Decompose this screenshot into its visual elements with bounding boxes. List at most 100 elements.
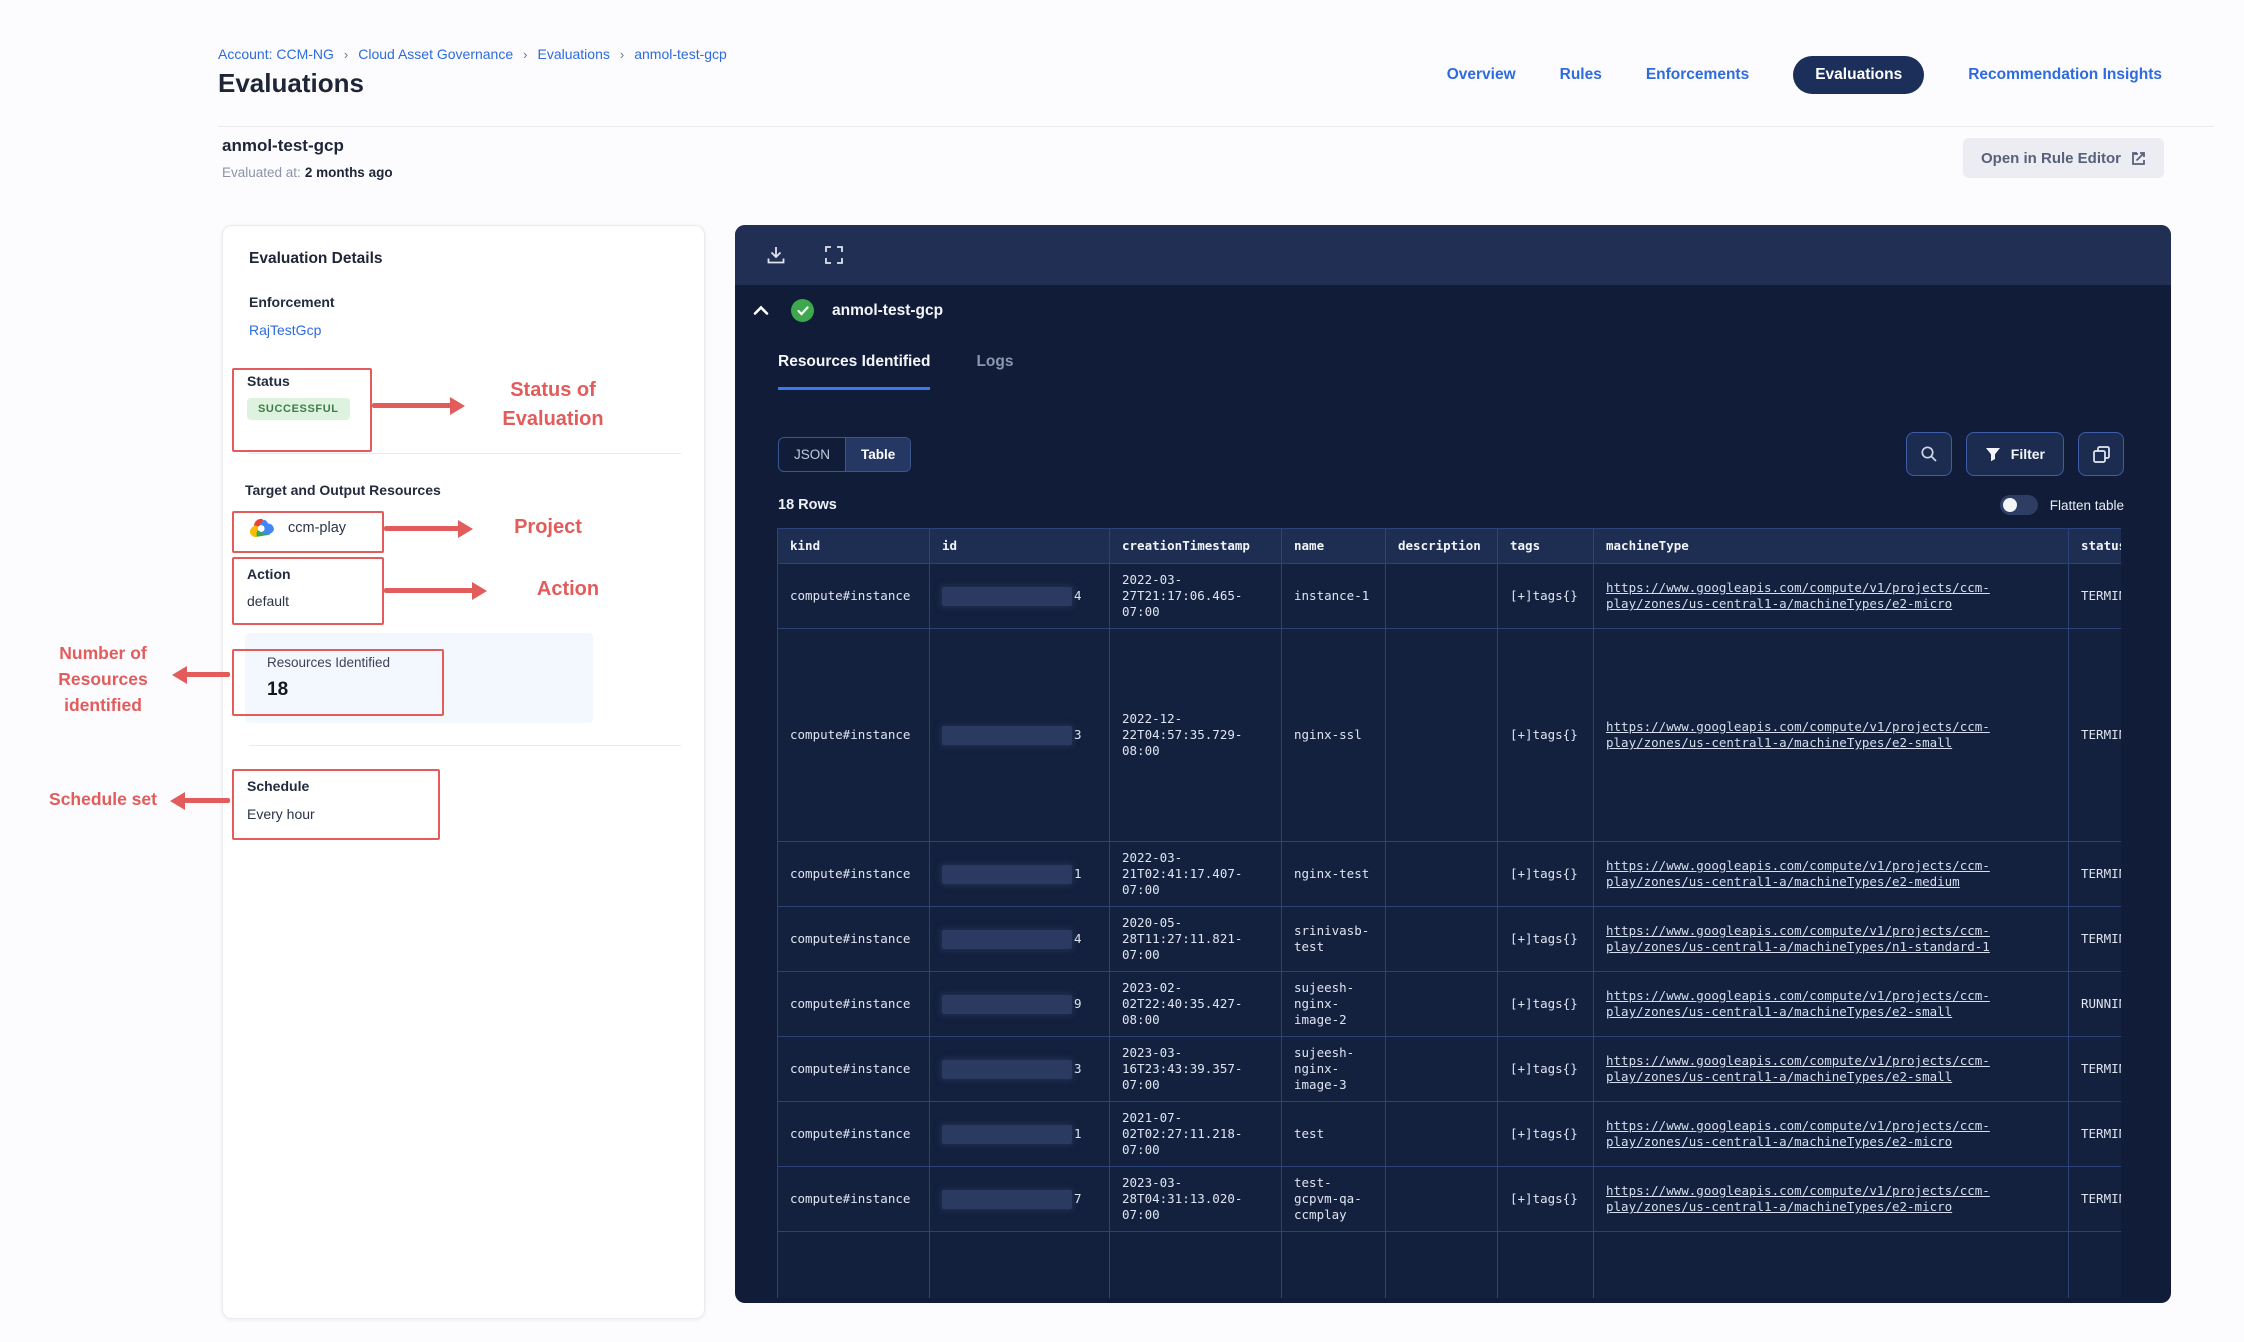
column-header-machineType: machineType xyxy=(1594,529,2069,564)
masked-id-bar xyxy=(942,587,1072,606)
machine-type-link[interactable]: https://www.googleapis.com/compute/v1/pr… xyxy=(1606,923,1990,954)
download-button[interactable] xyxy=(757,236,795,274)
cell-id: 1 xyxy=(930,842,1110,907)
schedule-value: Every hour xyxy=(247,806,315,822)
search-button[interactable] xyxy=(1906,432,1952,476)
nav-item-evaluations[interactable]: Evaluations xyxy=(1793,56,1924,94)
resources-identified-label: Resources Identified xyxy=(267,655,390,670)
cell-machine-type: https://www.googleapis.com/compute/v1/pr… xyxy=(1594,907,2069,972)
breadcrumb-link[interactable]: Cloud Asset Governance xyxy=(358,46,513,62)
cell-id: 1 xyxy=(930,1102,1110,1167)
top-nav: Overview Rules Enforcements Evaluations Reco… xyxy=(1447,56,2162,94)
cell-description xyxy=(1386,629,1498,842)
filter-button[interactable]: Filter xyxy=(1966,432,2064,476)
fullscreen-icon xyxy=(824,245,844,265)
breadcrumb-separator: › xyxy=(523,47,527,62)
tab-resources-identified[interactable]: Resources Identified xyxy=(778,353,930,390)
cell-id xyxy=(930,1232,1110,1299)
machine-type-link[interactable]: https://www.googleapis.com/compute/v1/pr… xyxy=(1606,1053,1990,1084)
cell-kind: compute#instance xyxy=(778,972,930,1037)
machine-type-link[interactable]: https://www.googleapis.com/compute/v1/pr… xyxy=(1606,719,1990,750)
machine-type-link[interactable]: https://www.googleapis.com/compute/v1/pr… xyxy=(1606,1118,1990,1149)
tags-expander[interactable]: [+]tags{} xyxy=(1510,1126,1578,1141)
cell-description xyxy=(1386,1102,1498,1167)
flatten-table-toggle[interactable] xyxy=(2000,495,2038,515)
tags-expander[interactable]: [+]tags{} xyxy=(1510,931,1578,946)
cell-tags: [+]tags{} xyxy=(1498,1167,1594,1232)
cell-status: TERMINATED xyxy=(2069,564,2122,629)
tags-expander[interactable]: [+]tags{} xyxy=(1510,996,1578,1011)
tags-expander[interactable]: [+]tags{} xyxy=(1510,588,1578,603)
tab-logs[interactable]: Logs xyxy=(976,353,1013,390)
cell-name: nginx-ssl xyxy=(1282,629,1386,842)
breadcrumb-separator: › xyxy=(344,47,348,62)
breadcrumb-link[interactable]: anmol-test-gcp xyxy=(634,46,727,62)
machine-type-link[interactable]: https://www.googleapis.com/compute/v1/pr… xyxy=(1606,988,1990,1019)
enforcement-label: Enforcement xyxy=(249,294,335,310)
evaluation-output-panel: anmol-test-gcp Resources IdentifiedLogs … xyxy=(735,225,2171,1303)
cell-tags xyxy=(1498,1232,1594,1299)
cell-creation-timestamp: 2023-03-28T04:31:13.020-07:00 xyxy=(1110,1167,1282,1232)
cell-machine-type: https://www.googleapis.com/compute/v1/pr… xyxy=(1594,629,2069,842)
nav-item-rules[interactable]: Rules xyxy=(1560,66,1602,84)
view-mode-table[interactable]: Table xyxy=(845,438,910,471)
masked-id-bar xyxy=(942,1060,1072,1079)
enforcement-link[interactable]: RajTestGcp xyxy=(249,322,321,338)
tags-expander[interactable]: [+]tags{} xyxy=(1510,1061,1578,1076)
cell-name: test-gcpvm-qa-ccmplay xyxy=(1282,1167,1386,1232)
copy-icon xyxy=(2092,445,2111,464)
search-icon xyxy=(1920,445,1938,463)
tags-expander[interactable]: [+]tags{} xyxy=(1510,727,1578,742)
collapse-button[interactable] xyxy=(749,301,773,320)
machine-type-link[interactable]: https://www.googleapis.com/compute/v1/pr… xyxy=(1606,858,1990,889)
cell-description xyxy=(1386,1037,1498,1102)
column-header-name: name xyxy=(1282,529,1386,564)
cell-name: instance-1 xyxy=(1282,564,1386,629)
project-value: ccm-play xyxy=(288,520,346,536)
fullscreen-button[interactable] xyxy=(815,236,853,274)
breadcrumb-link[interactable]: Evaluations xyxy=(537,46,609,62)
masked-id-bar xyxy=(942,865,1072,884)
cell-machine-type: https://www.googleapis.com/compute/v1/pr… xyxy=(1594,842,2069,907)
view-mode-json[interactable]: JSON xyxy=(779,438,845,471)
resources-table: kindidcreationTimestampnamedescriptionta… xyxy=(777,528,2121,1298)
evaluation-result-header: anmol-test-gcp xyxy=(749,299,943,322)
table-row: compute#instance 7 2023-03-28T04:31:13.020… xyxy=(778,1167,2122,1232)
cell-id: 9 xyxy=(930,972,1110,1037)
resources-table-container[interactable]: kindidcreationTimestampnamedescriptionta… xyxy=(777,528,2121,1298)
masked-id-suffix: 4 xyxy=(1074,588,1082,603)
machine-type-link[interactable]: https://www.googleapis.com/compute/v1/pr… xyxy=(1606,580,1990,611)
cell-tags: [+]tags{} xyxy=(1498,564,1594,629)
cell-tags: [+]tags{} xyxy=(1498,842,1594,907)
masked-id-suffix: 7 xyxy=(1074,1191,1082,1206)
cell-kind: compute#instance xyxy=(778,1167,930,1232)
cell-tags: [+]tags{} xyxy=(1498,629,1594,842)
cell-name: test xyxy=(1282,1102,1386,1167)
panel-actions: Filter xyxy=(1906,432,2124,476)
cell-tags: [+]tags{} xyxy=(1498,1102,1594,1167)
cell-status: TERMINATED xyxy=(2069,1167,2122,1232)
nav-item-overview[interactable]: Overview xyxy=(1447,66,1516,84)
machine-type-link[interactable]: https://www.googleapis.com/compute/v1/pr… xyxy=(1606,1183,1990,1214)
cell-kind xyxy=(778,1232,930,1299)
nav-item-recommendation-insights[interactable]: Recommendation Insights xyxy=(1968,66,2162,84)
breadcrumb-link[interactable]: Account: CCM-NG xyxy=(218,46,334,62)
nav-item-enforcements[interactable]: Enforcements xyxy=(1646,66,1749,84)
action-value: default xyxy=(247,593,289,609)
cell-kind: compute#instance xyxy=(778,629,930,842)
cell-machine-type: https://www.googleapis.com/compute/v1/pr… xyxy=(1594,1167,2069,1232)
download-icon xyxy=(765,244,787,266)
status-badge: SUCCESSFUL xyxy=(247,398,350,420)
open-in-rule-editor-button[interactable]: Open in Rule Editor xyxy=(1963,138,2164,178)
tags-expander[interactable]: [+]tags{} xyxy=(1510,866,1578,881)
tags-expander[interactable]: [+]tags{} xyxy=(1510,1191,1578,1206)
evaluation-name: anmol-test-gcp xyxy=(222,136,344,156)
masked-id-bar xyxy=(942,995,1072,1014)
copy-button[interactable] xyxy=(2078,432,2124,476)
target-resources-heading: Target and Output Resources xyxy=(245,482,441,498)
masked-id-bar xyxy=(942,1190,1072,1209)
column-header-creationTimestamp: creationTimestamp xyxy=(1110,529,1282,564)
masked-id-suffix: 9 xyxy=(1074,996,1082,1011)
evaluated-at: Evaluated at:2 months ago xyxy=(222,165,393,180)
cell-tags: [+]tags{} xyxy=(1498,972,1594,1037)
